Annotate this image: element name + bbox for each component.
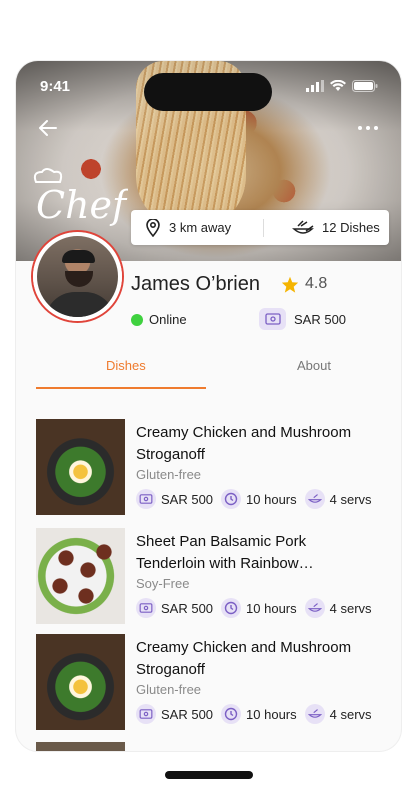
- dish-tag: Gluten-free: [136, 682, 202, 697]
- dish-time-value: 10 hours: [246, 491, 297, 507]
- online-dot: [131, 313, 143, 326]
- profile-tabs: Dishes About: [36, 356, 386, 390]
- dish-tag: Soy-Free: [136, 576, 190, 591]
- dish-servings: 4 servs: [304, 704, 372, 724]
- dish-price: SAR 500: [136, 704, 213, 724]
- more-button[interactable]: [356, 116, 380, 140]
- chef-price-value: SAR 500: [294, 311, 347, 327]
- chef-avatar[interactable]: [33, 232, 122, 321]
- dish-card[interactable]: Creamy Chicken and Mushroom Stroganoff G…: [36, 634, 386, 730]
- cooking-icon: [292, 219, 314, 234]
- tab-dishes[interactable]: Dishes: [106, 358, 146, 373]
- online-label: Online: [149, 312, 187, 327]
- home-indicator[interactable]: [165, 771, 253, 779]
- dish-servings-value: 4 servs: [329, 491, 372, 507]
- wifi-icon: [330, 80, 346, 91]
- online-status: Online: [131, 312, 187, 327]
- signal-icon: [306, 80, 324, 92]
- dish-price-value: SAR 500: [161, 600, 214, 616]
- dish-time: 10 hours: [221, 598, 297, 618]
- dish-meta: SAR 500 10 hours 4 servs: [136, 598, 380, 618]
- dish-image: [36, 419, 125, 515]
- star-icon: [281, 276, 299, 293]
- more-icon: [358, 126, 378, 130]
- clock-icon: [221, 704, 242, 724]
- location-pin-icon: [146, 218, 160, 237]
- money-icon: [259, 308, 286, 330]
- dish-meta: SAR 500 10 hours 4 servs: [136, 704, 380, 724]
- clock-icon: [221, 598, 242, 618]
- dish-image: [36, 528, 125, 624]
- dishes-count-text: 12 Dishes: [322, 220, 380, 235]
- dish-image: [36, 634, 125, 730]
- dish-card[interactable]: Creamy Chicken and Mushroom Stroganoff G…: [36, 419, 386, 515]
- dish-servings-value: 4 servs: [329, 600, 372, 616]
- dish-servings: 4 servs: [304, 489, 372, 509]
- status-time: 9:41: [40, 78, 71, 95]
- dish-title: Creamy Chicken and Mushroom Stroganoff: [136, 424, 352, 463]
- servings-icon: [304, 598, 325, 618]
- dish-time-value: 10 hours: [246, 706, 297, 722]
- dynamic-island: [144, 73, 272, 111]
- servings-icon: [304, 704, 325, 724]
- money-icon: [136, 704, 156, 724]
- dish-time: 10 hours: [221, 704, 297, 724]
- clock-icon: [221, 489, 242, 509]
- back-button[interactable]: [36, 116, 60, 140]
- chef-info-chip: 3 km away 12 Dishes: [131, 210, 389, 245]
- chef-hat-icon: Chef: [33, 168, 132, 227]
- status-icons: [306, 80, 378, 92]
- chef-logo-text: Chef: [36, 183, 128, 227]
- distance-text: 3 km away: [169, 220, 232, 235]
- next-dish-preview: [36, 742, 125, 751]
- active-tab-indicator: [36, 387, 206, 389]
- chef-name: James O’brien: [131, 273, 260, 295]
- money-icon: [136, 598, 156, 618]
- dish-servings-value: 4 servs: [329, 706, 372, 722]
- dish-tag: Gluten-free: [136, 467, 202, 482]
- dish-price-value: SAR 500: [161, 491, 214, 507]
- chef-price: SAR 500: [259, 308, 346, 330]
- chef-rating: 4.8: [281, 275, 327, 293]
- money-icon: [136, 489, 156, 509]
- chef-logo: Chef: [28, 168, 132, 228]
- rating-value: 4.8: [305, 275, 328, 292]
- servings-icon: [304, 489, 325, 509]
- dish-price-value: SAR 500: [161, 706, 214, 722]
- dish-title: Sheet Pan Balsamic Pork Tenderloin with …: [136, 533, 314, 572]
- dish-time: 10 hours: [221, 489, 297, 509]
- dish-servings: 4 servs: [304, 598, 372, 618]
- dish-price: SAR 500: [136, 489, 213, 509]
- dish-time-value: 10 hours: [246, 600, 297, 616]
- back-arrow-icon: [39, 120, 57, 136]
- dish-price: SAR 500: [136, 598, 213, 618]
- dish-title: Creamy Chicken and Mushroom Stroganoff: [136, 639, 352, 678]
- tab-about[interactable]: About: [297, 358, 331, 373]
- dish-card[interactable]: Sheet Pan Balsamic Pork Tenderloin with …: [36, 528, 386, 624]
- battery-icon: [352, 80, 378, 92]
- dish-meta: SAR 500 10 hours 4 servs: [136, 489, 380, 509]
